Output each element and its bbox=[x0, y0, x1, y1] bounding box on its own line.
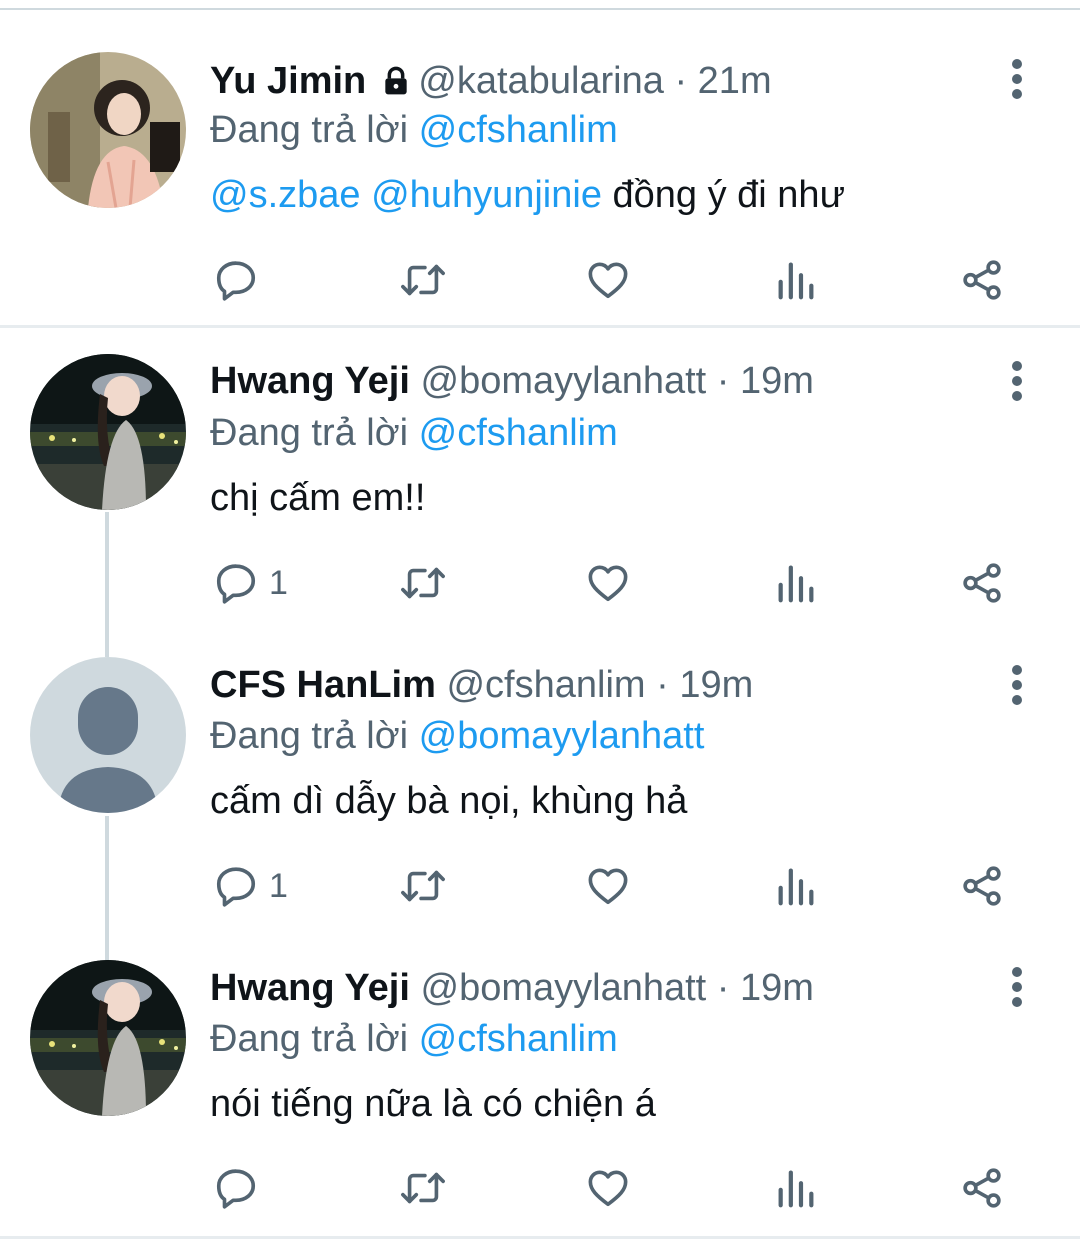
tweet-body: chị cấm em!! bbox=[210, 477, 426, 519]
replying-mention[interactable]: @cfshanlim bbox=[419, 1018, 618, 1060]
retweet-button[interactable] bbox=[397, 858, 449, 914]
share-button[interactable] bbox=[958, 252, 1006, 308]
retweet-button[interactable] bbox=[397, 555, 449, 611]
reply-icon bbox=[213, 1165, 259, 1211]
retweet-icon bbox=[397, 863, 449, 909]
dot-separator: · bbox=[674, 60, 688, 102]
tweet-body: đồng ý đi như bbox=[612, 174, 846, 216]
reply-button[interactable]: 1 bbox=[213, 858, 288, 914]
like-button[interactable] bbox=[584, 252, 632, 308]
thread-line bbox=[105, 816, 109, 961]
more-vertical-icon[interactable] bbox=[1003, 967, 1031, 1007]
tweet-text: cấm dì dẫy bà nọi, khùng hả bbox=[210, 777, 687, 825]
retweet-icon bbox=[397, 560, 449, 606]
reply-button[interactable]: 1 bbox=[213, 555, 288, 611]
timestamp[interactable]: 19m bbox=[740, 967, 814, 1009]
views-button[interactable] bbox=[774, 858, 818, 914]
lock-icon bbox=[380, 61, 412, 109]
dot-separator: · bbox=[716, 360, 730, 402]
timestamp[interactable]: 19m bbox=[740, 360, 814, 402]
dot-separator: · bbox=[656, 664, 669, 706]
replying-to: Đang trả lời @bomayylanhatt bbox=[210, 712, 704, 760]
dot-separator: · bbox=[716, 967, 730, 1009]
replying-prefix: Đang trả lời bbox=[210, 715, 409, 757]
reply-icon bbox=[213, 560, 259, 606]
tweet-body: cấm dì dẫy bà nọi, khùng hả bbox=[210, 780, 688, 822]
display-name[interactable]: Yu Jimin bbox=[210, 60, 366, 102]
tweet-header: CFS HanLim @cfshanlim · 19m bbox=[210, 661, 753, 709]
reply-count: 1 bbox=[269, 563, 288, 602]
reply-icon bbox=[213, 863, 259, 909]
analytics-icon bbox=[774, 863, 818, 909]
user-handle[interactable]: @bomayylanhatt bbox=[421, 360, 707, 402]
replying-mention[interactable]: @cfshanlim bbox=[419, 412, 618, 454]
like-button[interactable] bbox=[584, 858, 632, 914]
heart-icon bbox=[584, 560, 632, 606]
replying-prefix: Đang trả lời bbox=[210, 412, 409, 454]
user-handle[interactable]: @katabularina bbox=[418, 60, 664, 102]
retweet-icon bbox=[397, 257, 449, 303]
tweet-body: nói tiếng nữa là có chiện á bbox=[210, 1083, 656, 1125]
user-handle[interactable]: @cfshanlim bbox=[446, 664, 645, 706]
retweet-button[interactable] bbox=[397, 252, 449, 308]
replying-to: Đang trả lời @cfshanlim bbox=[210, 106, 618, 154]
display-name[interactable]: CFS HanLim bbox=[210, 664, 436, 706]
analytics-icon bbox=[774, 257, 818, 303]
replying-to: Đang trả lời @cfshanlim bbox=[210, 1015, 618, 1063]
retweet-icon bbox=[397, 1165, 449, 1211]
share-button[interactable] bbox=[958, 555, 1006, 611]
user-handle[interactable]: @bomayylanhatt bbox=[421, 967, 707, 1009]
more-vertical-icon[interactable] bbox=[1003, 361, 1031, 401]
reply-count: 1 bbox=[269, 866, 288, 905]
bottom-divider bbox=[0, 1236, 1080, 1239]
tweet-header: Hwang Yeji @bomayylanhatt · 19m bbox=[210, 357, 814, 405]
share-icon bbox=[958, 1165, 1006, 1211]
thread-line bbox=[105, 512, 109, 657]
top-divider bbox=[0, 8, 1080, 10]
avatar[interactable] bbox=[30, 354, 186, 510]
display-name[interactable]: Hwang Yeji bbox=[210, 360, 410, 402]
more-vertical-icon[interactable] bbox=[1003, 59, 1031, 99]
replying-prefix: Đang trả lời bbox=[210, 109, 409, 151]
heart-icon bbox=[584, 863, 632, 909]
views-button[interactable] bbox=[774, 555, 818, 611]
default-avatar[interactable] bbox=[30, 657, 186, 813]
tweet-text: nói tiếng nữa là có chiện á bbox=[210, 1080, 656, 1128]
timestamp[interactable]: 19m bbox=[679, 664, 753, 706]
replying-prefix: Đang trả lời bbox=[210, 1018, 409, 1060]
views-button[interactable] bbox=[774, 1160, 818, 1216]
tweet-header: Yu Jimin @katabularina · 21m bbox=[210, 57, 772, 109]
tweet-text: chị cấm em!! bbox=[210, 474, 425, 522]
views-button[interactable] bbox=[774, 252, 818, 308]
reply-icon bbox=[213, 257, 259, 303]
share-button[interactable] bbox=[958, 1160, 1006, 1216]
tweet-divider bbox=[0, 325, 1080, 328]
mention-link[interactable]: @s.zbae bbox=[210, 174, 361, 216]
analytics-icon bbox=[774, 1165, 818, 1211]
analytics-icon bbox=[774, 560, 818, 606]
tweet-text: @s.zbae @huhyunjinie đồng ý đi như bbox=[210, 171, 845, 219]
display-name[interactable]: Hwang Yeji bbox=[210, 967, 410, 1009]
timestamp[interactable]: 21m bbox=[698, 60, 772, 102]
like-button[interactable] bbox=[584, 555, 632, 611]
replying-mention[interactable]: @bomayylanhatt bbox=[419, 715, 705, 757]
retweet-button[interactable] bbox=[397, 1160, 449, 1216]
reply-button[interactable] bbox=[213, 252, 269, 308]
heart-icon bbox=[584, 1165, 632, 1211]
replying-mention[interactable]: @cfshanlim bbox=[419, 109, 618, 151]
avatar[interactable] bbox=[30, 52, 186, 208]
tweet-header: Hwang Yeji @bomayylanhatt · 19m bbox=[210, 964, 814, 1012]
like-button[interactable] bbox=[584, 1160, 632, 1216]
share-button[interactable] bbox=[958, 858, 1006, 914]
more-vertical-icon[interactable] bbox=[1003, 665, 1031, 705]
replying-to: Đang trả lời @cfshanlim bbox=[210, 409, 618, 457]
reply-button[interactable] bbox=[213, 1160, 269, 1216]
avatar[interactable] bbox=[30, 960, 186, 1116]
share-icon bbox=[958, 560, 1006, 606]
heart-icon bbox=[584, 257, 632, 303]
share-icon bbox=[958, 863, 1006, 909]
mention-link[interactable]: @huhyunjinie bbox=[371, 174, 602, 216]
share-icon bbox=[958, 257, 1006, 303]
